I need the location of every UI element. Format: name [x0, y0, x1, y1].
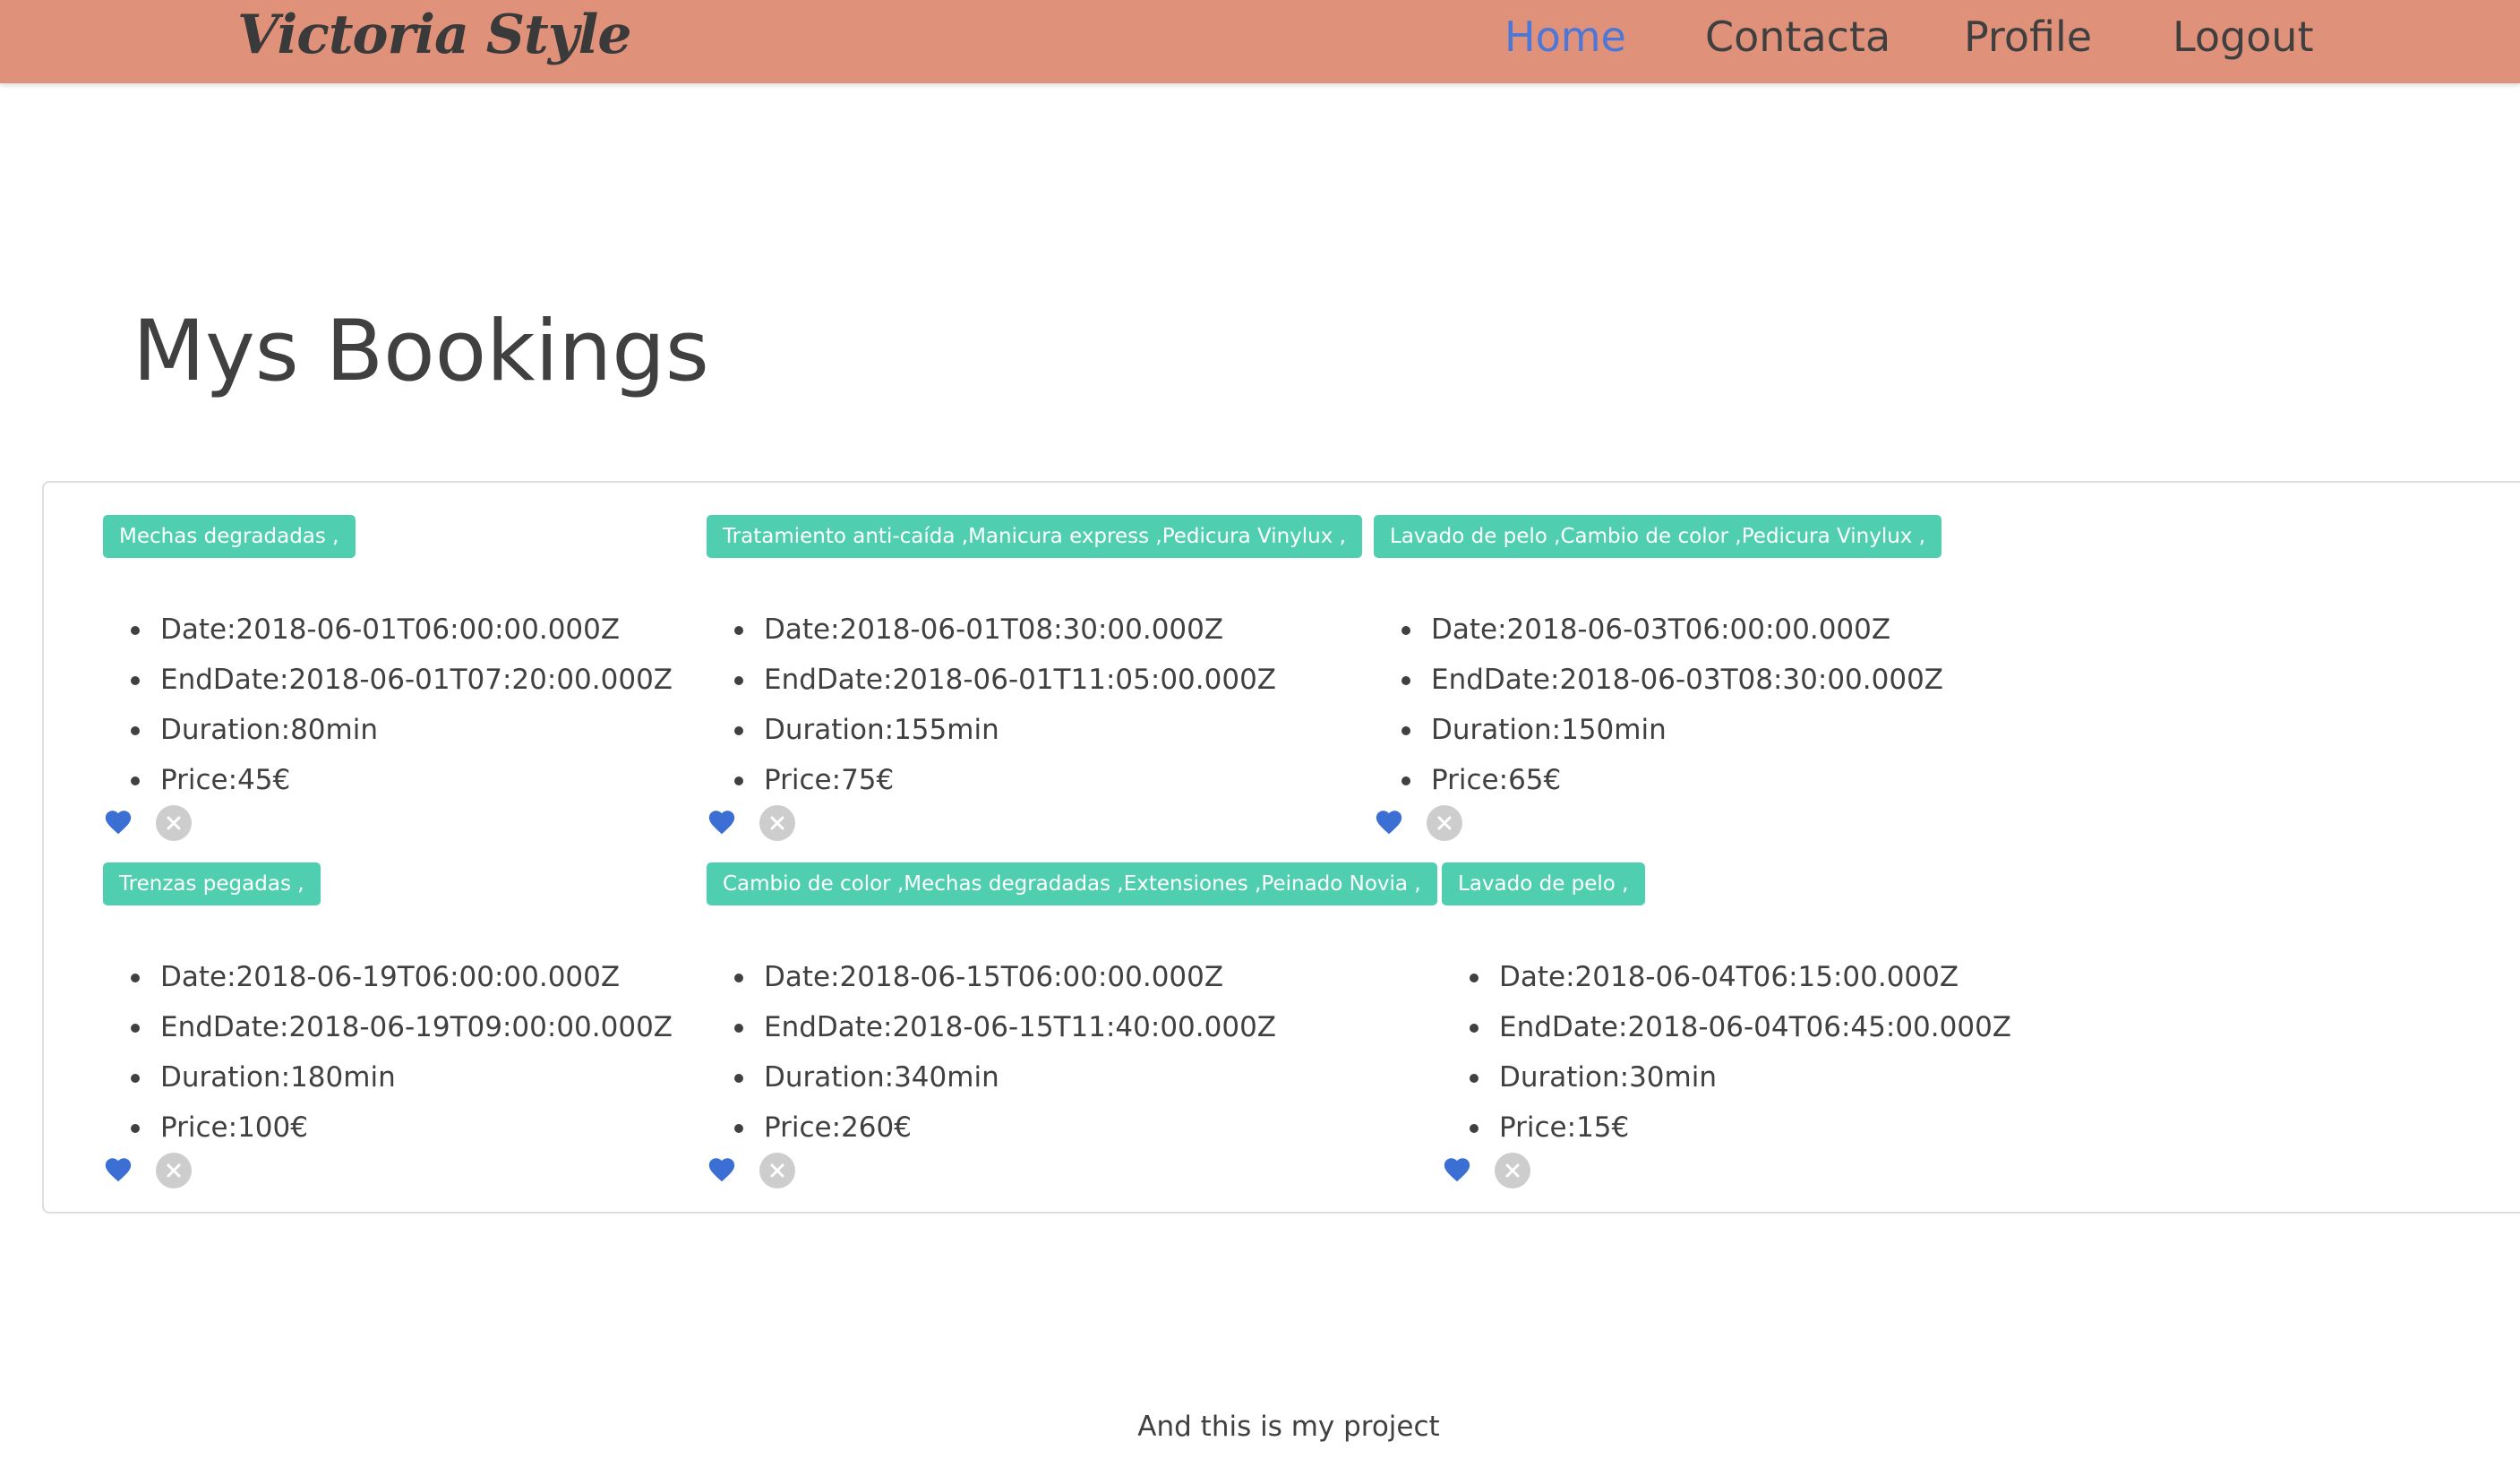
bookings-panel: Mechas degradadas , Date:2018-06-01T06:0… [42, 481, 2520, 1214]
services-tag: Lavado de pelo ,Cambio de color ,Pedicur… [1374, 515, 1942, 558]
heart-icon[interactable] [1442, 1154, 1472, 1185]
booking-duration: Duration:340min [733, 1052, 1276, 1102]
close-icon[interactable] [1427, 805, 1462, 841]
booking-end-date: EndDate:2018-06-15T11:40:00.000Z [733, 1002, 1276, 1052]
booking-details: Date:2018-06-01T08:30:00.000Z EndDate:20… [733, 605, 1276, 805]
booking-date: Date:2018-06-01T06:00:00.000Z [130, 605, 673, 655]
booking-details: Date:2018-06-03T06:00:00.000Z EndDate:20… [1401, 605, 1943, 805]
booking-price: Price:45€ [130, 755, 673, 805]
services-tag: Lavado de pelo , [1442, 862, 1645, 905]
booking-date: Date:2018-06-01T08:30:00.000Z [733, 605, 1276, 655]
close-icon[interactable] [759, 805, 795, 841]
booking-price: Price:15€ [1469, 1102, 2011, 1153]
nav-link-contacta[interactable]: Contacta [1705, 13, 1890, 61]
booking-duration: Duration:30min [1469, 1052, 2011, 1102]
booking-price: Price:100€ [130, 1102, 673, 1153]
services-tag: Tratamiento anti-caída ,Manicura express… [707, 515, 1362, 558]
close-icon[interactable] [156, 805, 192, 841]
close-icon[interactable] [1495, 1153, 1530, 1188]
nav-link-home[interactable]: Home [1504, 13, 1626, 61]
booking-price: Price:65€ [1401, 755, 1943, 805]
heart-icon[interactable] [707, 1154, 737, 1185]
booking-duration: Duration:150min [1401, 705, 1943, 755]
booking-details: Date:2018-06-04T06:15:00.000Z EndDate:20… [1469, 952, 2011, 1153]
booking-price: Price:75€ [733, 755, 1276, 805]
booking-price: Price:260€ [733, 1102, 1276, 1153]
services-tag: Trenzas pegadas , [103, 862, 321, 905]
heart-icon[interactable] [103, 807, 133, 837]
nav-link-logout[interactable]: Logout [2173, 13, 2314, 61]
booking-duration: Duration:180min [130, 1052, 673, 1102]
booking-date: Date:2018-06-19T06:00:00.000Z [130, 952, 673, 1002]
booking-end-date: EndDate:2018-06-01T07:20:00.000Z [130, 655, 673, 705]
booking-duration: Duration:80min [130, 705, 673, 755]
nav-link-profile[interactable]: Profile [1964, 13, 2092, 61]
booking-details: Date:2018-06-19T06:00:00.000Z EndDate:20… [130, 952, 673, 1153]
close-icon[interactable] [759, 1153, 795, 1188]
booking-end-date: EndDate:2018-06-01T11:05:00.000Z [733, 655, 1276, 705]
booking-end-date: EndDate:2018-06-03T08:30:00.000Z [1401, 655, 1943, 705]
services-tag: Mechas degradadas , [103, 515, 356, 558]
close-icon[interactable] [156, 1153, 192, 1188]
heart-icon[interactable] [707, 807, 737, 837]
booking-end-date: EndDate:2018-06-19T09:00:00.000Z [130, 1002, 673, 1052]
booking-duration: Duration:155min [733, 705, 1276, 755]
booking-date: Date:2018-06-15T06:00:00.000Z [733, 952, 1276, 1002]
booking-date: Date:2018-06-04T06:15:00.000Z [1469, 952, 2011, 1002]
booking-details: Date:2018-06-01T06:00:00.000Z EndDate:20… [130, 605, 673, 805]
top-navbar: Victoria Style Home Contacta Profile Log… [0, 0, 2520, 83]
heart-icon[interactable] [1374, 807, 1404, 837]
page-title: Mys Bookings [133, 303, 709, 400]
booking-details: Date:2018-06-15T06:00:00.000Z EndDate:20… [733, 952, 1276, 1153]
booking-end-date: EndDate:2018-06-04T06:45:00.000Z [1469, 1002, 2011, 1052]
brand-logo[interactable]: Victoria Style [237, 4, 632, 66]
services-tag: Cambio de color ,Mechas degradadas ,Exte… [707, 862, 1437, 905]
booking-date: Date:2018-06-03T06:00:00.000Z [1401, 605, 1943, 655]
footer-text: And this is my project [1137, 1411, 1440, 1443]
heart-icon[interactable] [103, 1154, 133, 1185]
